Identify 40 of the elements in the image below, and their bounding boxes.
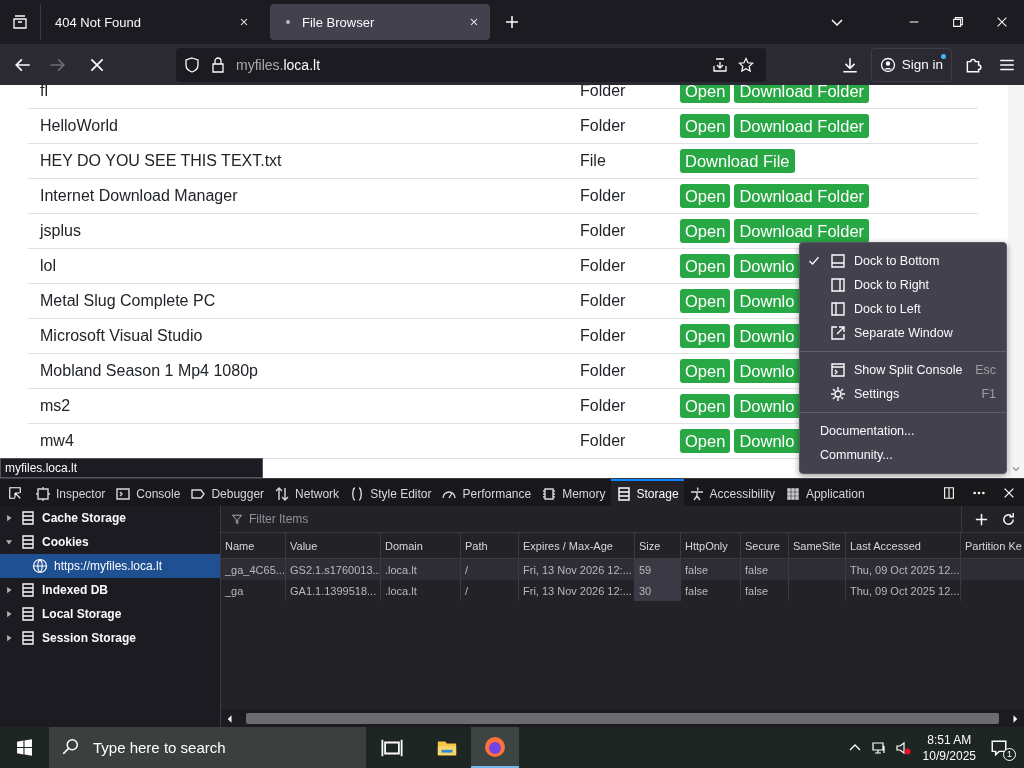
- file-name: Mobland Season 1 Mp4 1080p: [39, 362, 259, 380]
- table-cell: _ga_4C65...: [221, 559, 286, 580]
- table-cell: false: [681, 580, 741, 601]
- file-type: Folder: [580, 222, 627, 240]
- file-name: Microsoft Visual Studio: [39, 327, 204, 345]
- file-name: mw4: [39, 432, 75, 450]
- table-cell: .loca.lt: [381, 580, 461, 601]
- file-name: ms2: [39, 397, 72, 415]
- table-cell: .loca.lt: [381, 559, 461, 580]
- file-name: jsplus: [38, 222, 82, 240]
- file-name: lol: [39, 257, 57, 275]
- table-cell: false: [681, 559, 741, 580]
- table-cell: GS2.1.s1760013...: [286, 559, 381, 580]
- file-name: HEY DO YOU SEE THIS TEXT.txt: [39, 152, 283, 170]
- file-name: HelloWorld: [39, 117, 119, 135]
- status-tooltip: myfiles.loca.lt: [0, 458, 263, 478]
- table-cell: _ga: [221, 580, 286, 601]
- table-cell: /: [461, 580, 519, 601]
- file-name: fl: [39, 85, 49, 100]
- file-name: Internet Download Manager: [39, 187, 239, 205]
- file-type: File: [580, 152, 607, 170]
- table-cell: GA1.1.1399518...: [286, 580, 381, 601]
- table-cell: Thu, 09 Oct 2025 12...: [846, 559, 961, 580]
- file-type: Folder: [580, 397, 627, 415]
- file-type: Folder: [580, 117, 627, 135]
- file-type: Folder: [580, 187, 627, 205]
- file-type: Folder: [580, 362, 627, 380]
- table-cell: 59: [635, 559, 681, 580]
- file-type: Folder: [580, 85, 627, 100]
- table-cell: /: [461, 559, 519, 580]
- table-cell: 30: [635, 580, 681, 601]
- file-type: Folder: [580, 292, 627, 310]
- table-cell: Thu, 09 Oct 2025 12...: [846, 580, 961, 601]
- file-type: Folder: [580, 257, 627, 275]
- file-type: Folder: [580, 327, 627, 345]
- table-cell: false: [741, 559, 789, 580]
- table-cell: false: [741, 580, 789, 601]
- notification-count: 1: [1003, 747, 1016, 761]
- file-name: Metal Slug Complete PC: [39, 292, 217, 310]
- file-type: Folder: [580, 432, 627, 450]
